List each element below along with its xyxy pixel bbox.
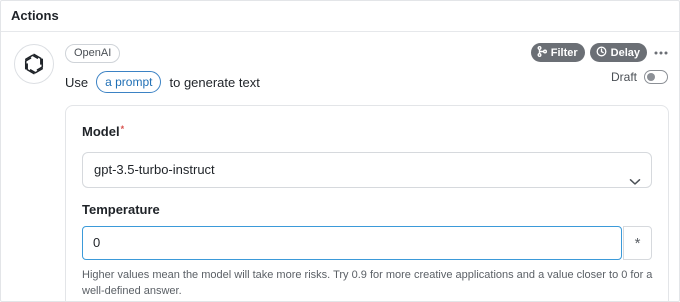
- model-select-value: gpt-3.5-turbo-instruct: [94, 162, 215, 177]
- filter-label: Filter: [550, 46, 578, 59]
- section-title: Actions: [11, 8, 59, 23]
- temperature-input[interactable]: 0: [82, 226, 622, 260]
- step-actions: Filter Delay: [530, 43, 669, 62]
- filter-button[interactable]: Filter: [530, 43, 585, 62]
- draft-toggle-row: Draft: [611, 70, 668, 84]
- draft-label: Draft: [610, 70, 637, 84]
- action-suffix: to generate text: [169, 74, 260, 90]
- temperature-label: Temperature: [82, 202, 160, 217]
- divider: [1, 31, 679, 32]
- actions-panel: Actions OpenAI Use a prompt to generate …: [0, 0, 680, 302]
- action-description: Use a prompt to generate text: [65, 71, 260, 93]
- draft-toggle[interactable]: [644, 70, 668, 84]
- toggle-knob: [647, 72, 655, 81]
- openai-logo-icon: [14, 44, 54, 84]
- action-verb: Use: [65, 74, 89, 90]
- model-label: Model*: [82, 124, 124, 139]
- delay-button[interactable]: Delay: [589, 43, 647, 62]
- clock-icon: [596, 46, 607, 60]
- provider-chip: OpenAI: [65, 44, 121, 63]
- more-horizontal-icon[interactable]: [653, 43, 669, 62]
- config-panel: Model* gpt-3.5-turbo-instruct Temperatur…: [65, 105, 669, 301]
- insert-variable-button[interactable]: *: [623, 226, 652, 260]
- prompt-link[interactable]: a prompt: [96, 71, 162, 93]
- branch-icon: [537, 45, 547, 60]
- model-label-text: Model: [82, 124, 120, 139]
- model-select[interactable]: gpt-3.5-turbo-instruct: [82, 152, 652, 188]
- chevron-down-icon: [629, 165, 641, 199]
- temperature-help: Higher values mean the model will take m…: [82, 269, 653, 297]
- delay-label: Delay: [610, 46, 640, 59]
- required-mark: *: [120, 124, 125, 134]
